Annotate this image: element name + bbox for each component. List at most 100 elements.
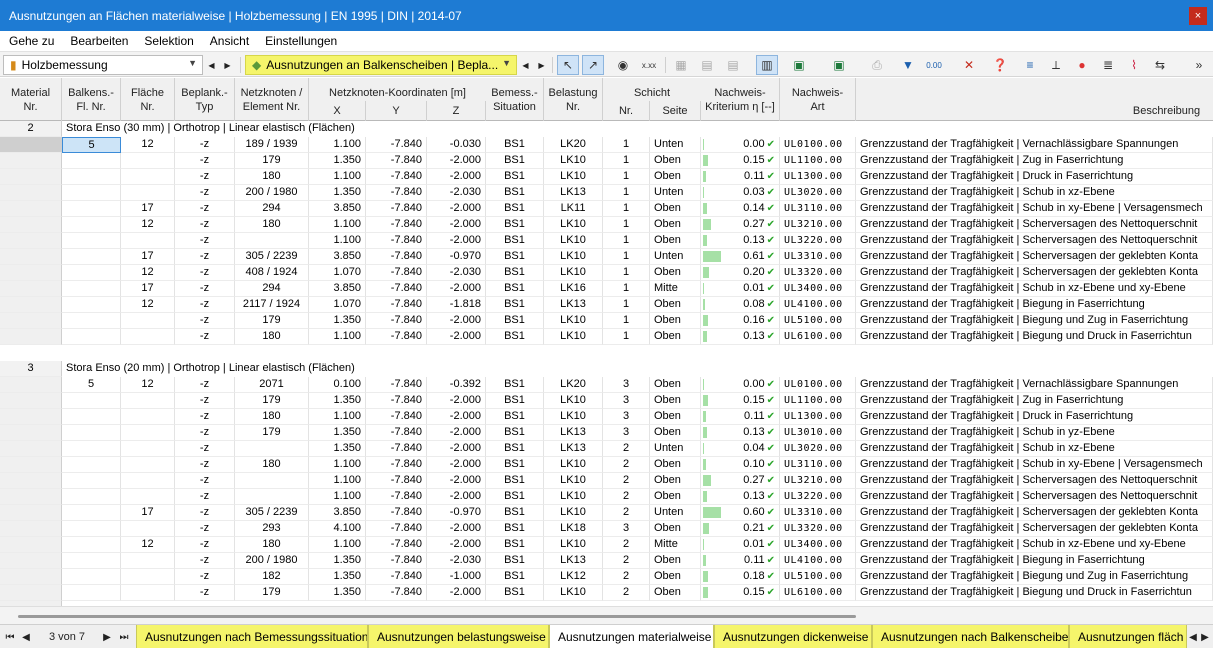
cell-seite[interactable]: Oben (650, 521, 701, 537)
cell-kriterium[interactable]: 0.13 ✔ (701, 425, 780, 441)
tab-0[interactable]: Ausnutzungen nach Bemessungssituation (136, 625, 368, 648)
cell-beplank[interactable]: -z (175, 473, 235, 489)
scroll-tabs-right-button[interactable]: ▶ (1200, 628, 1210, 646)
cell-flaeche[interactable]: 12 (121, 537, 175, 553)
cell-beplank[interactable]: -z (175, 297, 235, 313)
cell-seite[interactable]: Oben (650, 585, 701, 601)
cell-seite[interactable]: Unten (650, 137, 701, 153)
cell-belastung[interactable]: LK16 (544, 281, 603, 297)
cell-x[interactable]: 1.070 (309, 265, 366, 281)
cell-beplank[interactable]: -z (175, 233, 235, 249)
cell-beschreibung[interactable]: Grenzzustand der Tragfähigkeit | Scherve… (856, 233, 1213, 249)
cell-x[interactable]: 1.100 (309, 489, 366, 505)
cell-netzknoten[interactable] (235, 441, 309, 457)
cell-schicht-nr[interactable]: 1 (603, 281, 650, 297)
cell-y[interactable]: -7.840 (366, 281, 427, 297)
table-row[interactable]: -z 180 1.100 -7.840 -2.000 BS1 LK10 1 Oben 0.13 ✔ U… (0, 329, 1213, 345)
menu-selektion[interactable]: Selektion (136, 34, 201, 48)
col-netzknoten[interactable]: Netzknoten / Element Nr. (235, 78, 309, 121)
cell-netzknoten[interactable]: 294 (235, 201, 309, 217)
cell-x[interactable]: 0.100 (309, 377, 366, 393)
cell-art[interactable]: UL3400.00 (780, 281, 856, 297)
cell-z[interactable]: -2.000 (427, 233, 486, 249)
cell-beplank[interactable]: -z (175, 377, 235, 393)
cell-x[interactable]: 1.350 (309, 569, 366, 585)
cell-netzknoten[interactable]: 180 (235, 329, 309, 345)
cell-belastung[interactable]: LK11 (544, 201, 603, 217)
cell-schicht-nr[interactable]: 3 (603, 425, 650, 441)
cell-x[interactable]: 1.350 (309, 585, 366, 601)
cell-flaeche[interactable] (121, 233, 175, 249)
cell-balken[interactable] (62, 489, 121, 505)
cell-balken[interactable] (62, 441, 121, 457)
cell-schicht-nr[interactable]: 2 (603, 569, 650, 585)
cell-flaeche[interactable] (121, 425, 175, 441)
cell-seite[interactable]: Oben (650, 265, 701, 281)
cell-art[interactable]: UL3110.00 (780, 457, 856, 473)
cell-x[interactable]: 3.850 (309, 249, 366, 265)
cell-kriterium[interactable]: 0.00 ✔ (701, 377, 780, 393)
cell-kriterium[interactable]: 0.18 ✔ (701, 569, 780, 585)
cell-kriterium[interactable]: 0.00 ✔ (701, 137, 780, 153)
cell-beplank[interactable]: -z (175, 521, 235, 537)
cell-schicht-nr[interactable]: 1 (603, 201, 650, 217)
cell-seite[interactable]: Mitte (650, 281, 701, 297)
prev-tab-button[interactable]: ◀ (19, 628, 33, 646)
results-button[interactable]: ⟂ (1045, 55, 1067, 75)
cell-z[interactable]: -2.000 (427, 441, 486, 457)
cell-x[interactable]: 1.100 (309, 137, 366, 153)
cell-z[interactable]: -1.818 (427, 297, 486, 313)
cell-seite[interactable]: Oben (650, 425, 701, 441)
layers-button[interactable]: ≣ (1097, 55, 1119, 75)
cell-balken[interactable] (62, 457, 121, 473)
cell-beschreibung[interactable]: Grenzzustand der Tragfähigkeit | Biegung… (856, 297, 1213, 313)
cell-kriterium[interactable]: 0.20 ✔ (701, 265, 780, 281)
export-excel-button[interactable]: ▣ (788, 55, 810, 75)
cell-balken[interactable]: 5 (62, 137, 121, 153)
cell-netzknoten[interactable]: 179 (235, 393, 309, 409)
import-excel-button[interactable]: ▣ (828, 55, 850, 75)
cell-kriterium[interactable]: 0.03 ✔ (701, 185, 780, 201)
cell-z[interactable]: -2.030 (427, 265, 486, 281)
last-tab-button[interactable]: ⏭ (117, 628, 131, 646)
cell-beschreibung[interactable]: Grenzzustand der Tragfähigkeit | Druck i… (856, 169, 1213, 185)
cell-netzknoten[interactable] (235, 473, 309, 489)
cell-belastung[interactable]: LK13 (544, 441, 603, 457)
cell-flaeche[interactable]: 17 (121, 505, 175, 521)
cell-art[interactable]: UL3020.00 (780, 185, 856, 201)
cell-beplank[interactable]: -z (175, 489, 235, 505)
settings-button[interactable]: ⇆ (1149, 55, 1171, 75)
cell-balken[interactable] (62, 553, 121, 569)
cell-netzknoten[interactable]: 200 / 1980 (235, 185, 309, 201)
cell-beplank[interactable]: -z (175, 329, 235, 345)
toolbar-overflow-button[interactable]: » (1190, 55, 1208, 75)
cell-belastung[interactable]: LK10 (544, 473, 603, 489)
cell-beschreibung[interactable]: Grenzzustand der Tragfähigkeit | Schub i… (856, 185, 1213, 201)
cell-art[interactable]: UL5100.00 (780, 313, 856, 329)
cell-balken[interactable] (62, 425, 121, 441)
cell-y[interactable]: -7.840 (366, 569, 427, 585)
number-format-button[interactable]: x.xx (638, 55, 660, 75)
cell-beschreibung[interactable]: Grenzzustand der Tragfähigkeit | Biegung… (856, 553, 1213, 569)
cell-y[interactable]: -7.840 (366, 217, 427, 233)
cell-flaeche[interactable] (121, 169, 175, 185)
cell-netzknoten[interactable]: 179 (235, 585, 309, 601)
cell-z[interactable]: -2.000 (427, 457, 486, 473)
cell-y[interactable]: -7.840 (366, 377, 427, 393)
cell-x[interactable]: 3.850 (309, 281, 366, 297)
cell-balken[interactable] (62, 473, 121, 489)
cell-schicht-nr[interactable]: 1 (603, 233, 650, 249)
cell-kriterium[interactable]: 0.04 ✔ (701, 441, 780, 457)
cell-flaeche[interactable] (121, 553, 175, 569)
cell-belastung[interactable]: LK10 (544, 233, 603, 249)
cell-kriterium[interactable]: 0.15 ✔ (701, 585, 780, 601)
cell-flaeche[interactable] (121, 457, 175, 473)
table-row[interactable]: -z 180 1.100 -7.840 -2.000 BS1 LK10 3 Oben 0.11 ✔ U… (0, 409, 1213, 425)
cell-schicht-nr[interactable]: 3 (603, 393, 650, 409)
cell-schicht-nr[interactable]: 2 (603, 505, 650, 521)
cell-belastung[interactable]: LK10 (544, 265, 603, 281)
cell-y[interactable]: -7.840 (366, 233, 427, 249)
cell-seite[interactable]: Oben (650, 489, 701, 505)
cell-y[interactable]: -7.840 (366, 297, 427, 313)
cell-kriterium[interactable]: 0.10 ✔ (701, 457, 780, 473)
